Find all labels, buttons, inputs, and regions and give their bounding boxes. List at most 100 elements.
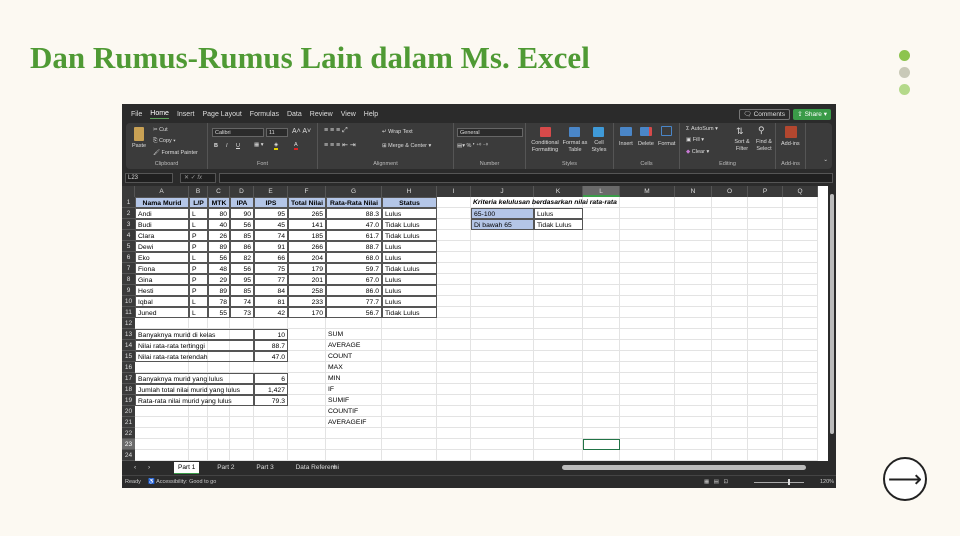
merge-center-button[interactable]: ⊞ Merge & Center ▾ [382, 143, 431, 149]
view-buttons[interactable]: ▦ ▤ ⊡ [704, 476, 728, 488]
format-as-table-icon[interactable] [569, 127, 580, 137]
font-name-select[interactable]: Calibri [212, 128, 264, 137]
sheet-tab-part-2[interactable]: Part 2 [213, 462, 238, 474]
row-header-8[interactable]: 8 [122, 274, 135, 285]
sheet-tab-part-1[interactable]: Part 1 [174, 462, 200, 474]
menu-formulas[interactable]: Formulas [250, 111, 279, 118]
cut-button[interactable]: ✂ Cut [153, 127, 168, 133]
row-header-9[interactable]: 9 [122, 285, 135, 296]
row-header-3[interactable]: 3 [122, 219, 135, 230]
row-header-17[interactable]: 17 [122, 373, 135, 384]
formula-input[interactable] [219, 173, 833, 183]
autosum-button[interactable]: Σ AutoSum ▾ [686, 126, 718, 132]
zoom-slider-thumb[interactable] [788, 479, 790, 485]
row-header-7[interactable]: 7 [122, 263, 135, 274]
italic-button[interactable]: I [226, 143, 228, 149]
zoom-slider[interactable] [754, 482, 804, 483]
row-header-2[interactable]: 2 [122, 208, 135, 219]
row-header-18[interactable]: 18 [122, 384, 135, 395]
find-select-button[interactable]: Find & Select [754, 139, 774, 153]
number-format-buttons[interactable]: ▤▾ % ❜ ⁺⁰ ⁻⁰ [457, 143, 488, 149]
worksheet-grid[interactable]: A B C D E F G H I J K L M N O P Q 1 2 3 4 5 6 7 8 9 10 11 12 13 14 15 16… [122, 186, 828, 461]
font-color-button[interactable]: A [294, 142, 298, 150]
row-header-14[interactable]: 14 [122, 340, 135, 351]
conditional-formatting-icon[interactable] [540, 127, 551, 137]
fill-color-button[interactable]: ◈ [274, 142, 279, 150]
row-header-23[interactable]: 23 [122, 439, 135, 450]
row-header-12[interactable]: 12 [122, 318, 135, 329]
format-button[interactable]: Format [658, 141, 675, 147]
column-header-C[interactable]: C [208, 186, 230, 197]
format-as-table-button[interactable]: Format as Table [562, 140, 588, 154]
format-painter-button[interactable]: 🖌 Format Painter [153, 150, 198, 156]
font-size-select[interactable]: 11 [266, 128, 288, 137]
column-header-L[interactable]: L [583, 186, 620, 197]
row-header-22[interactable]: 22 [122, 428, 135, 439]
column-header-I[interactable]: I [437, 186, 471, 197]
column-header-G[interactable]: G [326, 186, 382, 197]
addins-button[interactable]: Add-ins [781, 141, 800, 147]
column-header-M[interactable]: M [620, 186, 675, 197]
column-header-Q[interactable]: Q [783, 186, 818, 197]
select-all-corner[interactable] [122, 186, 135, 197]
conditional-formatting-button[interactable]: Conditional Formatting [528, 140, 562, 154]
column-header-J[interactable]: J [471, 186, 534, 197]
scroll-thumb[interactable] [830, 194, 834, 434]
paste-button[interactable]: Paste [132, 143, 146, 149]
tab-scroll-right[interactable]: › [144, 462, 154, 474]
accessibility-status[interactable]: ♿ Accessibility: Good to go [148, 476, 216, 488]
row-header-24[interactable]: 24 [122, 450, 135, 461]
align-top-buttons[interactable]: ≡ ≡ ≡ ⤢ [324, 127, 348, 135]
copy-button[interactable]: ⎘ Copy ▾ [153, 138, 176, 145]
cell-styles-icon[interactable] [593, 127, 604, 137]
row-header-5[interactable]: 5 [122, 241, 135, 252]
column-header-N[interactable]: N [675, 186, 712, 197]
column-header-P[interactable]: P [748, 186, 783, 197]
row-header-11[interactable]: 11 [122, 307, 135, 318]
column-header-F[interactable]: F [288, 186, 326, 197]
align-horizontal-buttons[interactable]: ≡ ≡ ≡ ⇤ ⇥ [324, 141, 356, 149]
vertical-scrollbar[interactable] [828, 186, 836, 461]
paste-icon[interactable] [134, 127, 144, 141]
row-header-15[interactable]: 15 [122, 351, 135, 362]
row-header-16[interactable]: 16 [122, 362, 135, 373]
row-header-10[interactable]: 10 [122, 296, 135, 307]
menu-view[interactable]: View [341, 111, 356, 118]
row-header-20[interactable]: 20 [122, 406, 135, 417]
collapse-ribbon-icon[interactable]: ⌄ [823, 157, 828, 163]
sheet-tab-data-referensi[interactable]: Data Referensi [292, 462, 343, 474]
column-header-K[interactable]: K [534, 186, 583, 197]
number-format-select[interactable]: General [457, 128, 523, 137]
comments-button[interactable]: 🗨 Comments [738, 109, 790, 120]
row-header-19[interactable]: 19 [122, 395, 135, 406]
sort-filter-button[interactable]: Sort & Filter [732, 139, 752, 153]
menu-page-layout[interactable]: Page Layout [202, 111, 241, 118]
row-header-21[interactable]: 21 [122, 417, 135, 428]
zoom-level[interactable]: 120% [820, 476, 834, 488]
menu-home[interactable]: Home [150, 110, 169, 119]
column-header-E[interactable]: E [254, 186, 288, 197]
format-cells-icon[interactable] [661, 126, 672, 136]
menu-insert[interactable]: Insert [177, 111, 195, 118]
delete-cells-icon[interactable] [640, 127, 652, 136]
insert-cells-icon[interactable] [620, 127, 632, 136]
addins-icon[interactable] [785, 126, 797, 138]
column-header-O[interactable]: O [712, 186, 748, 197]
menu-review[interactable]: Review [310, 111, 333, 118]
formula-buttons[interactable]: ✕ ✓ fx [180, 173, 216, 183]
column-header-D[interactable]: D [230, 186, 254, 197]
share-button[interactable]: ⇪ Share ▾ [793, 109, 831, 120]
horizontal-scrollbar[interactable] [562, 465, 806, 470]
selected-cell[interactable] [583, 439, 620, 450]
next-slide-button[interactable]: ⟶ [883, 457, 927, 501]
tab-scroll-left[interactable]: ‹ [130, 462, 140, 474]
insert-button[interactable]: Insert [619, 141, 633, 147]
delete-button[interactable]: Delete [638, 141, 654, 147]
menu-file[interactable]: File [131, 111, 142, 118]
column-header-A[interactable]: A [135, 186, 189, 197]
fill-button[interactable]: ▣ Fill ▾ [686, 137, 704, 143]
wrap-text-button[interactable]: ↵ Wrap Text [382, 129, 413, 135]
menu-data[interactable]: Data [287, 111, 302, 118]
clear-button[interactable]: ◆ Clear ▾ [686, 149, 709, 155]
sheet-tab-part-3[interactable]: Part 3 [252, 462, 277, 474]
